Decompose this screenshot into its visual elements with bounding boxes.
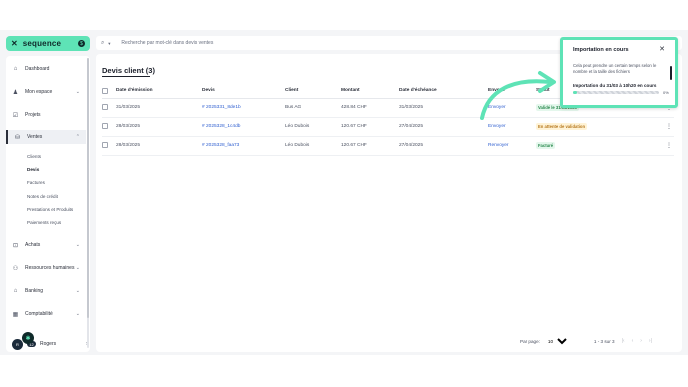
- chevron-down-icon: ⌄: [75, 242, 80, 248]
- sidebar-subitem-notes-credit[interactable]: Notes de crédit: [27, 194, 58, 199]
- people-icon: ⚇: [12, 265, 19, 272]
- select-all-checkbox[interactable]: [102, 87, 108, 94]
- prev-page-icon[interactable]: ‹: [632, 338, 634, 344]
- page-title: Devis client (3): [102, 66, 155, 75]
- more-options-icon[interactable]: ⋮: [664, 117, 674, 137]
- last-page-icon[interactable]: ›|: [649, 338, 652, 344]
- due-date: 27/04/2025: [399, 117, 488, 137]
- quote-link[interactable]: # 2025331_8de1b: [202, 98, 285, 118]
- column-header[interactable]: Montant: [341, 84, 399, 99]
- sidebar-scrollbar-thumb[interactable]: [87, 58, 89, 318]
- avatar: R: [12, 338, 23, 350]
- close-icon[interactable]: ✕: [659, 45, 665, 53]
- check-square-icon: ☑: [12, 112, 19, 119]
- user-name: Rogers: [40, 341, 57, 347]
- sidebar-item-banking[interactable]: ⌂ Banking ⌄: [6, 284, 86, 298]
- sidebar-subitem-prestations[interactable]: Prestations et Produits: [27, 207, 73, 212]
- issue-date: 31/03/2025: [116, 98, 202, 118]
- status-badge: Facturé: [536, 142, 556, 149]
- toast-scrollbar[interactable]: [670, 66, 672, 80]
- search-icon: ⌕: [101, 39, 105, 46]
- sidebar-item-mon-espace[interactable]: ♟ Mon espace ⌄: [6, 85, 86, 99]
- sidebar-item-achats[interactable]: ⊡ Achats ⌄: [6, 238, 86, 252]
- title-underline: [102, 76, 150, 77]
- chevron-down-icon[interactable]: ▼: [107, 41, 111, 46]
- progress-bar: [573, 91, 659, 94]
- bag-icon: ⛁: [14, 134, 21, 141]
- page-range: 1 - 3 sur 3: [593, 338, 615, 344]
- calculator-icon: ▦: [12, 311, 19, 318]
- per-page-label: Par page:: [520, 338, 540, 344]
- person-icon: ♟: [12, 89, 19, 96]
- more-options-icon[interactable]: ⋮: [664, 136, 674, 156]
- sidebar-item-comptabilite[interactable]: ▦ Comptabilité ⌄: [6, 307, 86, 321]
- client-name: Léo Dubois: [285, 136, 341, 156]
- import-progress-toast: Importation en cours ✕ Cela peut prendre…: [560, 37, 678, 108]
- highlight-arrow-icon: [480, 71, 556, 120]
- search-input[interactable]: Recherche par mot-clé dans devis ventes: [121, 40, 213, 46]
- progress-fill: [573, 91, 578, 94]
- sidebar-item-ressources-humaines[interactable]: ⚇ Ressources humaines ⌄: [6, 261, 86, 275]
- toast-description: Cela peut prendre un certain temps selon…: [573, 63, 657, 74]
- column-header[interactable]: Client: [285, 84, 341, 99]
- home-icon: ⌂: [13, 66, 18, 72]
- column-header[interactable]: Date d'émission: [116, 84, 202, 99]
- amount: 120.67 CHF: [341, 136, 399, 156]
- toast-title: Importation en cours: [573, 47, 629, 53]
- sidebar: ✕ sequence $ ⌂ Dashboard ♟ Mon espace ⌄ …: [6, 36, 90, 352]
- row-checkbox[interactable]: [102, 104, 108, 111]
- chevron-down-icon: ⌄: [75, 89, 80, 95]
- row-checkbox[interactable]: [102, 142, 108, 149]
- quote-link[interactable]: # 2025328_faa73: [202, 136, 285, 156]
- chevron-down-icon: ⌄: [75, 265, 80, 271]
- next-page-icon[interactable]: ›: [640, 338, 642, 344]
- logo[interactable]: ✕ sequence $: [6, 36, 90, 51]
- currency-badge: $: [78, 40, 85, 47]
- per-page-select[interactable]: 10: [543, 337, 570, 345]
- bank-icon: ⌂: [13, 288, 18, 294]
- help-chat-icon[interactable]: ✱: [22, 332, 34, 344]
- cart-icon: ⊡: [12, 242, 19, 249]
- table-row: 28/03/2025 # 2025328_1c4db Léo Dubois 12…: [102, 117, 674, 137]
- first-page-icon[interactable]: |‹: [622, 338, 625, 344]
- chevron-up-icon: ⌃: [75, 134, 80, 140]
- issue-date: 28/03/2025: [116, 136, 202, 156]
- status-badge: En attente de validation: [536, 123, 588, 130]
- due-date: 31/03/2025: [399, 98, 488, 118]
- column-header[interactable]: Devis: [202, 84, 285, 99]
- row-checkbox[interactable]: [102, 123, 108, 130]
- sidebar-item-ventes[interactable]: ⛁ Ventes ⌃: [6, 130, 86, 144]
- progress-percent: 0%: [663, 90, 669, 95]
- due-date: 27/04/2025: [399, 136, 488, 156]
- table-row: 28/03/2025 # 2025328_faa73 Léo Dubois 12…: [102, 136, 674, 156]
- amount: 120.67 CHF: [341, 117, 399, 137]
- chevron-down-icon: ⌄: [75, 288, 80, 294]
- sidebar-subitem-devis[interactable]: Devis: [27, 167, 39, 172]
- client-name: Léo Dubois: [285, 117, 341, 137]
- amount: 428.84 CHF: [341, 98, 399, 118]
- column-header[interactable]: Date d'échéance: [399, 84, 488, 99]
- sidebar-subitem-clients[interactable]: Clients: [27, 154, 41, 159]
- pagination: Par page: 10 1 - 3 sur 3 |‹ ‹ › ›|: [520, 336, 680, 346]
- logo-icon: ✕: [11, 39, 18, 48]
- sidebar-item-projets[interactable]: ☑ Projets: [6, 108, 86, 122]
- resend-link[interactable]: Renvoyer: [488, 136, 536, 156]
- client-name: Bus AG: [285, 98, 341, 118]
- import-status: Importation du 31/03 à 10h20 en cours: [573, 83, 657, 88]
- issue-date: 28/03/2025: [116, 117, 202, 137]
- quote-link[interactable]: # 2025328_1c4db: [202, 117, 285, 137]
- sidebar-subitem-paiements[interactable]: Paiements reçus: [27, 220, 61, 225]
- select-all-cell: [102, 84, 116, 99]
- sidebar-nav: ⌂ Dashboard ♟ Mon espace ⌄ ☑ Projets ⛁ V…: [6, 56, 90, 352]
- chevron-down-icon: ⌄: [75, 311, 80, 317]
- sidebar-item-dashboard[interactable]: ⌂ Dashboard: [6, 62, 86, 76]
- sidebar-subitem-factures[interactable]: Factures: [27, 180, 45, 185]
- logo-text: sequence: [22, 39, 62, 48]
